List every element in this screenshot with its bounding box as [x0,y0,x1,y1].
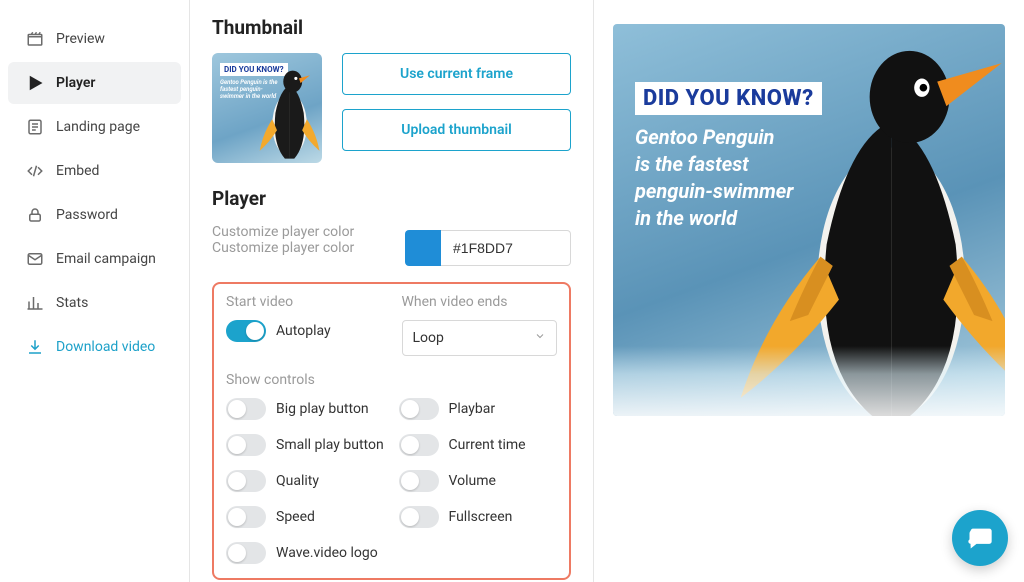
sidebar-item-label: Stats [56,295,88,311]
video-ends-select[interactable]: Loop [402,320,558,356]
control-current-time-toggle[interactable] [399,434,439,456]
chat-button[interactable] [952,510,1008,566]
control-volume-toggle[interactable] [399,470,439,492]
sidebar-item-password[interactable]: Password [8,194,181,236]
penguin-icon [248,58,322,163]
control-fullscreen: Fullscreen [399,506,558,528]
start-video-label: Start video [226,294,382,310]
code-icon [26,162,44,180]
control-speed: Speed [226,506,385,528]
page-icon [26,118,44,136]
sidebar-item-label: Player [56,75,95,91]
sidebar-item-label: Preview [56,31,105,47]
autoplay-label: Autoplay [276,323,331,339]
envelope-icon [26,250,44,268]
sidebar-item-label: Email campaign [56,251,156,267]
lock-icon [26,206,44,224]
control-logo-toggle[interactable] [226,542,266,564]
sidebar-item-embed[interactable]: Embed [8,150,181,192]
chat-icon [966,524,994,552]
sidebar-item-label: Embed [56,163,99,179]
sidebar-item-preview[interactable]: Preview [8,18,181,60]
chevron-down-icon [534,330,546,346]
control-playbar-label: Playbar [449,401,496,417]
upload-thumbnail-button[interactable]: Upload thumbnail [342,109,571,151]
control-small-play: Small play button [226,434,385,456]
sidebar-item-label: Password [56,207,118,223]
player-options-highlight: Start video Autoplay When video ends Loo… [212,282,571,580]
control-current-time: Current time [399,434,558,456]
video-ends-value: Loop [413,330,444,346]
color-swatch[interactable] [405,230,441,266]
video-ends-label: When video ends [402,294,558,310]
video-preview[interactable]: DID YOU KNOW? Gentoo Penguin is the fast… [613,24,1005,416]
control-speed-label: Speed [276,509,315,525]
control-quality: Quality [226,470,385,492]
thumbnail-heading: Thumbnail [212,16,571,39]
control-logo-label: Wave.video logo [276,545,378,561]
color-input[interactable] [441,230,571,266]
autoplay-row: Autoplay [226,320,382,342]
control-quality-label: Quality [276,473,319,489]
thumbnail-preview[interactable]: DID YOU KNOW? Gentoo Penguin is the fast… [212,53,322,163]
sidebar-item-landing[interactable]: Landing page [8,106,181,148]
control-small-play-toggle[interactable] [226,434,266,456]
control-big-play-toggle[interactable] [226,398,266,420]
sidebar-item-label: Landing page [56,119,140,135]
control-playbar-toggle[interactable] [399,398,439,420]
clapperboard-icon [26,30,44,48]
bar-chart-icon [26,294,44,312]
control-quality-toggle[interactable] [226,470,266,492]
sidebar-item-email[interactable]: Email campaign [8,238,181,280]
sidebar-item-label: Download video [56,339,155,355]
download-icon [26,338,44,356]
splash-overlay [613,346,1005,416]
control-fullscreen-label: Fullscreen [449,509,513,525]
control-volume-label: Volume [449,473,496,489]
control-logo: Wave.video logo [226,542,385,564]
control-small-play-label: Small play button [276,437,384,453]
control-fullscreen-toggle[interactable] [399,506,439,528]
show-controls-label: Show controls [226,372,557,388]
sidebar-item-player[interactable]: Player [8,62,181,104]
player-color-label-dup: Customize player color [212,240,391,256]
sidebar: Preview Player Landing page Embed Passwo… [0,0,190,582]
preview-panel: DID YOU KNOW? Gentoo Penguin is the fast… [594,0,1024,582]
play-icon [26,74,44,92]
settings-panel: Thumbnail DID YOU KNOW? Gentoo Penguin i… [190,0,594,582]
sidebar-item-download[interactable]: Download video [8,326,181,368]
control-big-play: Big play button [226,398,385,420]
player-heading: Player [212,187,571,210]
control-big-play-label: Big play button [276,401,369,417]
control-volume: Volume [399,470,558,492]
controls-grid: Big play button Small play button Qualit… [226,398,557,564]
sidebar-item-stats[interactable]: Stats [8,282,181,324]
control-current-time-label: Current time [449,437,526,453]
control-speed-toggle[interactable] [226,506,266,528]
autoplay-toggle[interactable] [226,320,266,342]
use-current-frame-button[interactable]: Use current frame [342,53,571,95]
control-playbar: Playbar [399,398,558,420]
